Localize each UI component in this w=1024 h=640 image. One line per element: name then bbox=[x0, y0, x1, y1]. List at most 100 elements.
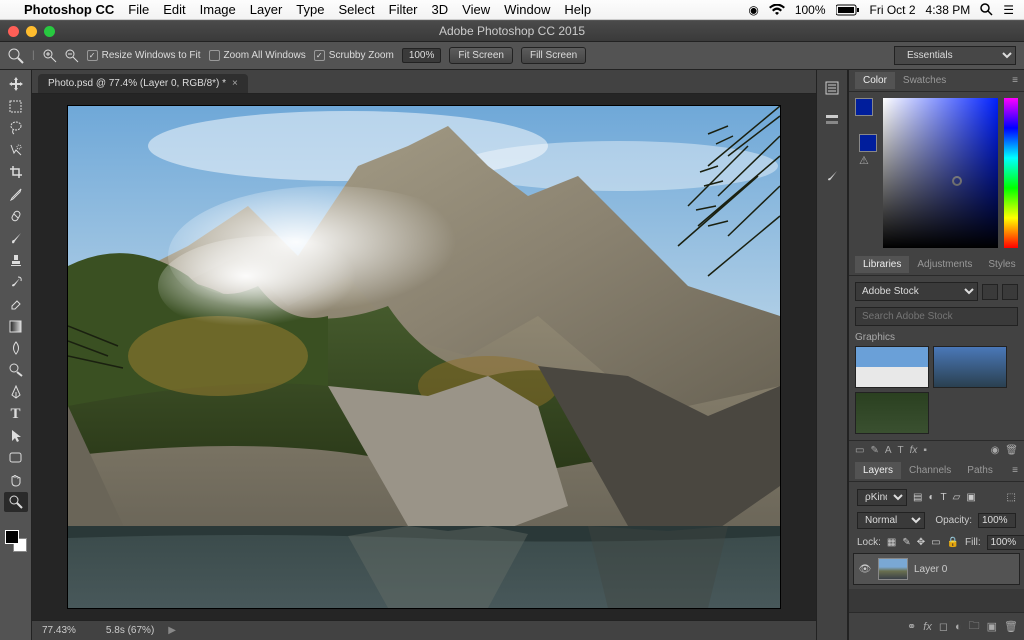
layer-filter-select[interactable]: ρKind bbox=[857, 489, 907, 506]
history-panel-icon[interactable] bbox=[822, 78, 842, 98]
eyedropper-tool[interactable] bbox=[4, 184, 28, 204]
menu-filter[interactable]: Filter bbox=[389, 2, 418, 17]
scrubby-checkbox[interactable]: ✓ bbox=[314, 50, 325, 61]
filter-shape-icon[interactable]: ▱ bbox=[953, 492, 961, 503]
fill-screen-button[interactable]: Fill Screen bbox=[521, 47, 586, 64]
eraser-tool[interactable] bbox=[4, 294, 28, 314]
menu-help[interactable]: Help bbox=[564, 2, 591, 17]
fill-input[interactable] bbox=[987, 535, 1024, 550]
crop-tool[interactable] bbox=[4, 162, 28, 182]
wifi-icon[interactable] bbox=[769, 4, 785, 16]
menu-date[interactable]: Fri Oct 2 bbox=[870, 3, 916, 17]
properties-panel-icon[interactable] bbox=[822, 110, 842, 130]
maximize-window-icon[interactable] bbox=[44, 26, 55, 37]
preview-icon[interactable]: ◉ bbox=[991, 445, 1000, 456]
grid-view-icon[interactable] bbox=[982, 284, 998, 300]
menu-view[interactable]: View bbox=[462, 2, 490, 17]
path-select-tool[interactable] bbox=[4, 426, 28, 446]
canvas-area[interactable] bbox=[32, 94, 816, 620]
stock-thumb[interactable] bbox=[855, 392, 929, 434]
brush-tool[interactable] bbox=[4, 228, 28, 248]
trash-icon[interactable]: 🗑 bbox=[1005, 445, 1018, 456]
close-window-icon[interactable] bbox=[8, 26, 19, 37]
tab-styles[interactable]: Styles bbox=[980, 256, 1023, 273]
library-source-select[interactable]: Adobe Stock bbox=[855, 282, 978, 301]
layer-mask-icon[interactable]: ◻ bbox=[939, 620, 948, 633]
menu-window[interactable]: Window bbox=[504, 2, 550, 17]
lock-position-icon[interactable]: ✥ bbox=[917, 537, 925, 548]
workspace-select[interactable]: Essentials bbox=[894, 46, 1016, 65]
stock-thumb[interactable] bbox=[933, 346, 1007, 388]
move-tool[interactable] bbox=[4, 74, 28, 94]
hue-slider[interactable] bbox=[1004, 98, 1018, 248]
adjustment-layer-icon[interactable]: ◐ bbox=[955, 621, 962, 633]
tab-swatches[interactable]: Swatches bbox=[895, 72, 954, 89]
tab-adjustments[interactable]: Adjustments bbox=[909, 256, 980, 273]
pen-tool[interactable] bbox=[4, 382, 28, 402]
minimize-window-icon[interactable] bbox=[26, 26, 37, 37]
filter-pixel-icon[interactable]: ▤ bbox=[913, 492, 922, 503]
menu-image[interactable]: Image bbox=[200, 2, 236, 17]
tab-paths[interactable]: Paths bbox=[959, 462, 1001, 479]
marquee-tool[interactable] bbox=[4, 96, 28, 116]
blur-tool[interactable] bbox=[4, 338, 28, 358]
menu-app-name[interactable]: Photoshop CC bbox=[24, 2, 114, 17]
zoom-100-button[interactable]: 100% bbox=[402, 48, 442, 63]
close-tab-icon[interactable]: × bbox=[232, 78, 238, 89]
tab-layers[interactable]: Layers bbox=[855, 462, 901, 479]
lock-pixels-icon[interactable]: ▦ bbox=[887, 537, 896, 548]
filter-type-icon[interactable]: T bbox=[941, 492, 947, 503]
filter-toggle-icon[interactable]: ⬚ bbox=[1007, 492, 1016, 503]
new-layer-icon[interactable]: ▣ bbox=[987, 620, 997, 633]
quick-select-tool[interactable] bbox=[4, 140, 28, 160]
zoom-tool-icon[interactable] bbox=[8, 48, 24, 64]
add-char-style-icon[interactable]: A bbox=[885, 445, 892, 456]
add-text-icon[interactable]: T bbox=[898, 445, 904, 456]
menu-edit[interactable]: Edit bbox=[163, 2, 185, 17]
stamp-tool[interactable] bbox=[4, 250, 28, 270]
layer-name[interactable]: Layer 0 bbox=[914, 564, 947, 575]
add-layer-style-icon[interactable]: fx bbox=[910, 445, 918, 456]
lock-all-icon[interactable]: 🔒 bbox=[947, 537, 959, 548]
menu-file[interactable]: File bbox=[128, 2, 149, 17]
menu-3d[interactable]: 3D bbox=[432, 2, 449, 17]
group-icon[interactable]: 🗀 bbox=[969, 617, 980, 636]
shape-tool[interactable] bbox=[4, 448, 28, 468]
gradient-tool[interactable] bbox=[4, 316, 28, 336]
menu-list-icon[interactable]: ☰ bbox=[1003, 3, 1014, 17]
cloud-sync-icon[interactable]: ◉ bbox=[748, 3, 758, 17]
lock-brush-icon[interactable]: ✎ bbox=[902, 537, 910, 548]
foreground-background-swatch[interactable] bbox=[855, 98, 877, 132]
menu-time[interactable]: 4:38 PM bbox=[926, 3, 971, 17]
library-search-input[interactable] bbox=[855, 307, 1018, 326]
menu-type[interactable]: Type bbox=[296, 2, 324, 17]
panel-menu-icon[interactable]: ≡ bbox=[1012, 75, 1018, 86]
add-graphic-icon[interactable]: ▭ bbox=[855, 445, 864, 456]
history-brush-tool[interactable] bbox=[4, 272, 28, 292]
status-chevron-icon[interactable]: ▶ bbox=[168, 625, 176, 636]
menu-layer[interactable]: Layer bbox=[250, 2, 283, 17]
lock-artboard-icon[interactable]: ▭ bbox=[931, 537, 940, 548]
blend-mode-select[interactable]: Normal bbox=[857, 512, 925, 529]
tab-color[interactable]: Color bbox=[855, 72, 895, 89]
hand-tool[interactable] bbox=[4, 470, 28, 490]
brush-panel-icon[interactable] bbox=[822, 166, 842, 186]
delete-layer-icon[interactable]: 🗑 bbox=[1004, 620, 1018, 633]
zoom-out-icon[interactable] bbox=[65, 49, 79, 63]
layer-style-icon[interactable]: fx bbox=[923, 621, 932, 633]
zoom-in-icon[interactable] bbox=[43, 49, 57, 63]
doc-tab[interactable]: Photo.psd @ 77.4% (Layer 0, RGB/8*) * × bbox=[38, 74, 248, 93]
visibility-icon[interactable]: 👁 bbox=[858, 564, 872, 575]
lasso-tool[interactable] bbox=[4, 118, 28, 138]
color-swatches[interactable] bbox=[5, 530, 27, 552]
battery-icon[interactable] bbox=[836, 4, 860, 16]
type-tool[interactable]: T bbox=[4, 404, 28, 424]
dodge-tool[interactable] bbox=[4, 360, 28, 380]
add-color-icon[interactable]: ▪ bbox=[923, 445, 927, 456]
healing-tool[interactable] bbox=[4, 206, 28, 226]
filter-adjust-icon[interactable]: ◐ bbox=[928, 492, 934, 503]
resize-windows-checkbox[interactable]: ✓ bbox=[87, 50, 98, 61]
filter-smart-icon[interactable]: ▣ bbox=[966, 492, 975, 503]
zoom-tool[interactable] bbox=[4, 492, 28, 512]
add-brush-icon[interactable]: ✎ bbox=[870, 445, 878, 456]
